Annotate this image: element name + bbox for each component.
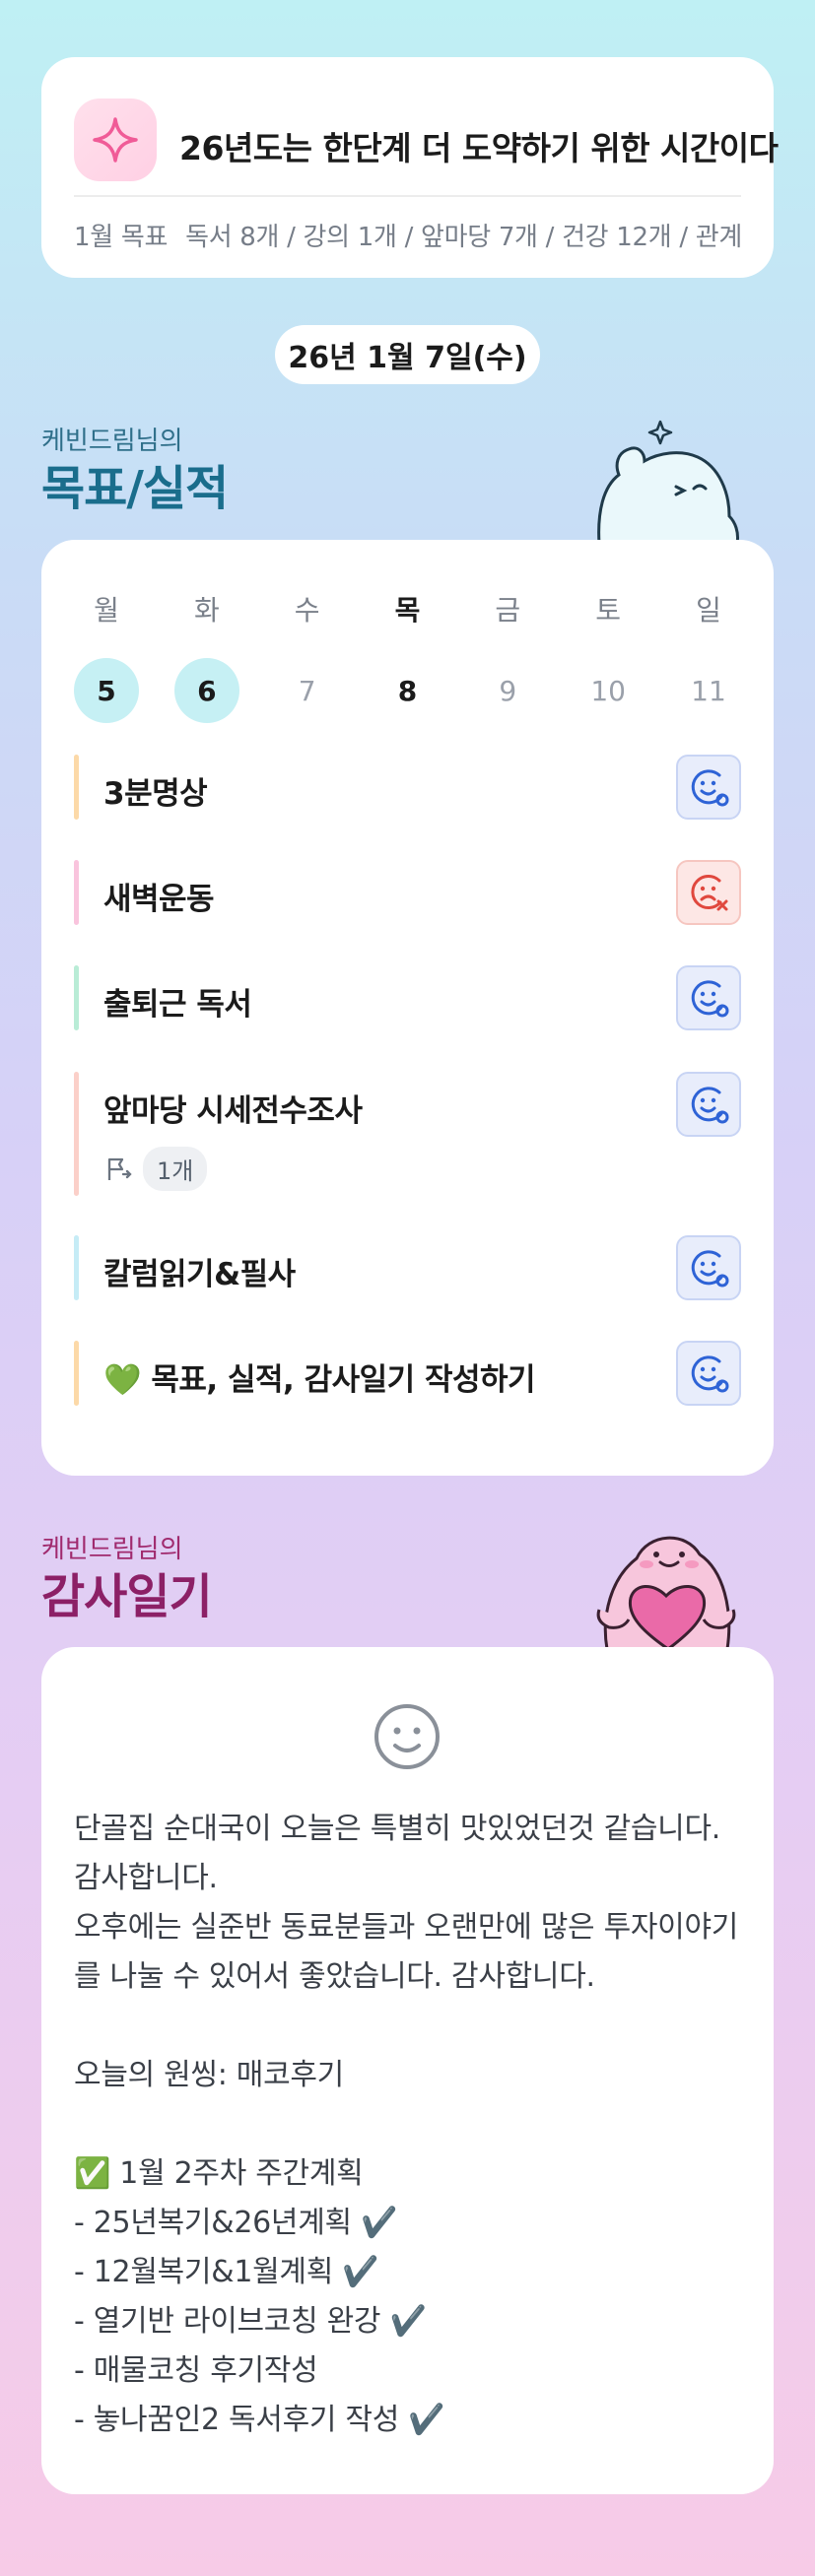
- weekday-label: 화: [193, 594, 220, 627]
- task-name: 칼럼읽기&필사: [103, 1257, 296, 1292]
- status-done-icon[interactable]: [676, 755, 741, 820]
- smile-face-icon: [374, 1704, 440, 1769]
- calendar-date[interactable]: 5: [74, 658, 139, 723]
- task-color-bar: [74, 1072, 79, 1196]
- task-row[interactable]: 출퇴근 독서: [74, 965, 741, 1030]
- journal-blank-line: [74, 2100, 744, 2149]
- weekday-label-today: 목: [394, 594, 421, 627]
- status-done-icon[interactable]: [676, 1341, 741, 1406]
- goals-section-title: 목표/실적: [41, 461, 229, 516]
- mascot-character-illustration: [597, 420, 739, 544]
- divider: [74, 195, 741, 197]
- weekday-label: 수: [294, 594, 320, 627]
- task-row[interactable]: 💚 목표, 실적, 감사일기 작성하기: [74, 1341, 741, 1406]
- calendar-date[interactable]: 9: [475, 658, 540, 723]
- journal-blank-line: [74, 2002, 744, 2051]
- task-color-bar: [74, 860, 79, 925]
- journal-paragraph: 단골집 순대국이 오늘은 특별히 맛있었던것 같습니다. 감사합니다.: [74, 1812, 721, 1895]
- task-color-bar: [74, 755, 79, 820]
- journal-paragraph: - 열기반 라이브코칭 완강 ✔️: [74, 2304, 427, 2339]
- journal-paragraph: - 매물코칭 후기작성: [74, 2353, 318, 2388]
- task-name: 새벽운동: [103, 882, 215, 917]
- subtask-badge: 1개: [103, 1147, 208, 1191]
- gratitude-journal-card: 단골집 순대국이 오늘은 특별히 맛있었던것 같습니다. 감사합니다. 오후에는…: [41, 1647, 774, 2494]
- journal-paragraph: 오후에는 실준반 동료분들과 오랜만에 많은 투자이야기를 나눌 수 있어서 좋…: [74, 1910, 739, 1994]
- task-row[interactable]: 새벽운동: [74, 860, 741, 925]
- calendar-date[interactable]: 10: [576, 658, 641, 723]
- status-done-icon[interactable]: [676, 965, 741, 1030]
- heart-mascot-illustration: [596, 1536, 736, 1649]
- task-name: 출퇴근 독서: [103, 987, 252, 1023]
- task-name: 앞마당 시세전수조사: [103, 1093, 363, 1129]
- goals-card: 월 화 수 목 금 토 일 5 6 7 8 9 10 11 3분명상 새벽운동: [41, 540, 774, 1476]
- weekday-label: 월: [94, 594, 119, 627]
- date-pill: 26년 1월 7일(수): [275, 325, 540, 384]
- task-color-bar: [74, 965, 79, 1030]
- goal-title: 26년도는 한단계 더 도약하기 위한 시간이다: [179, 129, 779, 167]
- status-missed-icon[interactable]: [676, 860, 741, 925]
- journal-paragraph: - 25년복기&26년계획 ✔️: [74, 2206, 398, 2240]
- thanks-section-title: 감사일기: [41, 1569, 213, 1624]
- week-calendar: 월 화 수 목 금 토 일 5 6 7 8 9 10 11: [74, 589, 741, 723]
- task-color-bar: [74, 1235, 79, 1300]
- goal-month-label: 1월 목표: [74, 223, 169, 252]
- subtask-count: 1개: [143, 1147, 208, 1191]
- task-row[interactable]: 3분명상: [74, 755, 741, 820]
- sparkle-icon: [74, 99, 157, 181]
- journal-paragraph: - 놓나꿈인2 독서후기 작성 ✔️: [74, 2403, 445, 2437]
- flag-subtask-icon: [107, 1157, 132, 1180]
- journal-text: 단골집 순대국이 오늘은 특별히 맛있었던것 같습니다. 감사합니다. 오후에는…: [74, 1805, 744, 2445]
- monthly-goal-card[interactable]: 26년도는 한단계 더 도약하기 위한 시간이다 1월 목표 독서 8개 / 강의…: [41, 57, 779, 278]
- task-row[interactable]: 앞마당 시세전수조사 1개: [74, 1072, 741, 1196]
- status-done-icon[interactable]: [676, 1072, 741, 1137]
- calendar-date[interactable]: 6: [173, 658, 239, 723]
- task-row[interactable]: 칼럼읽기&필사: [74, 1235, 741, 1300]
- task-color-bar: [74, 1341, 79, 1406]
- journal-paragraph: - 12월복기&1월계획 ✔️: [74, 2255, 379, 2289]
- journal-paragraph: 오늘의 원씽: 매코후기: [74, 2058, 344, 2092]
- weekday-label: 금: [495, 594, 521, 627]
- weekday-label: 토: [595, 594, 622, 627]
- weekday-label: 일: [696, 594, 721, 627]
- calendar-date-today[interactable]: 8: [374, 658, 440, 723]
- calendar-date[interactable]: 11: [676, 658, 741, 723]
- goal-summary: 1월 목표 독서 8개 / 강의 1개 / 앞마당 7개 / 건강 12개 / 관…: [74, 217, 742, 253]
- journal-paragraph: ✅ 1월 2주차 주간계획: [74, 2156, 364, 2191]
- calendar-date[interactable]: 7: [275, 658, 340, 723]
- goal-summary-text: 독서 8개 / 강의 1개 / 앞마당 7개 / 건강 12개 / 관계: [185, 223, 743, 252]
- task-name: 3분명상: [103, 776, 208, 812]
- status-done-icon[interactable]: [676, 1235, 741, 1300]
- task-name: 💚 목표, 실적, 감사일기 작성하기: [103, 1362, 536, 1398]
